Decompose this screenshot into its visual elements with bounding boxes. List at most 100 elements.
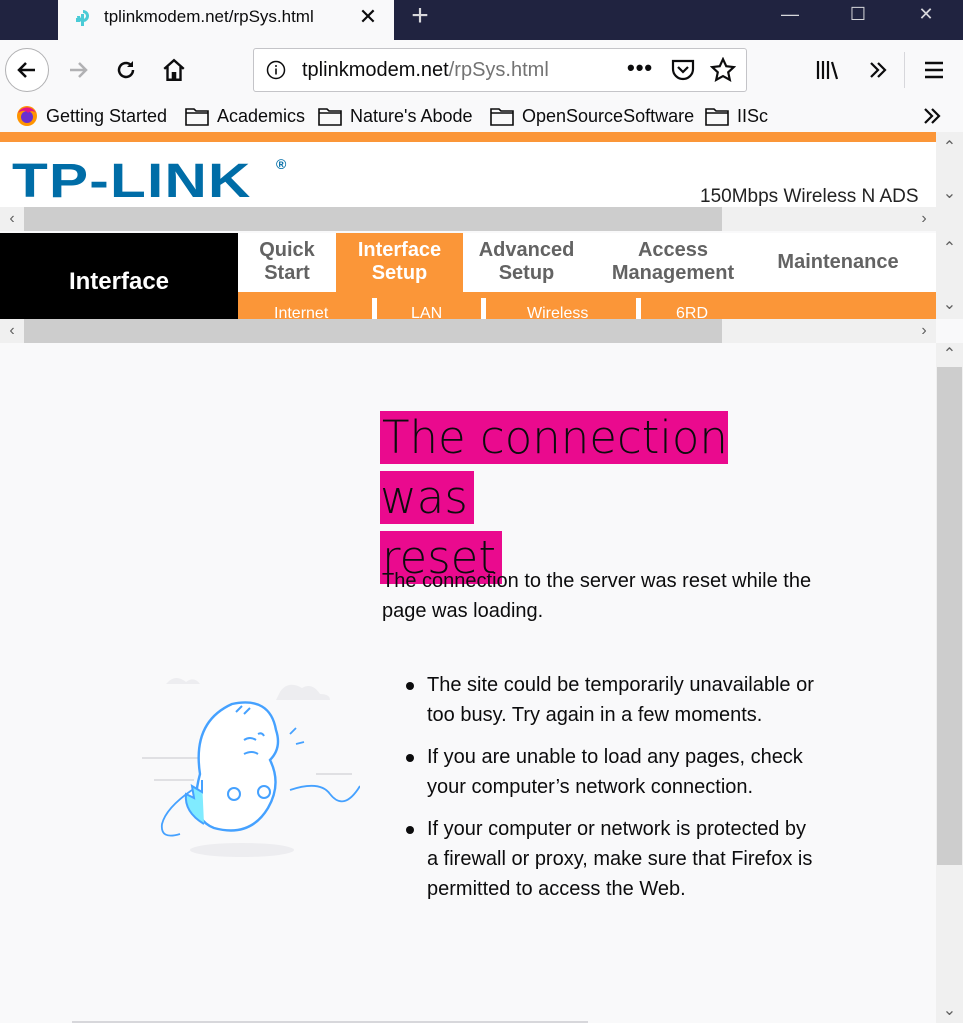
url-text[interactable]: tplinkmodem.net/rpSys.html — [302, 59, 549, 82]
menu-line: Setup — [371, 262, 428, 284]
menu-line: Management — [611, 262, 735, 284]
bookmark-star-icon[interactable] — [710, 57, 736, 83]
main-frame-vscroll[interactable]: ⌃ ⌄ — [936, 343, 963, 1023]
router-header-stripe — [0, 132, 936, 142]
registered-mark: ® — [276, 156, 287, 172]
tab-title: tplinkmodem.net/rpSys.html — [104, 7, 314, 26]
new-tab-button[interactable]: + — [405, 1, 435, 32]
menu-line: Maintenance — [777, 251, 899, 273]
logo-frame-vscroll[interactable]: ⌃ ⌄ — [936, 132, 963, 233]
folder-icon — [490, 108, 514, 126]
tplink-logo: TP-LINK — [12, 155, 252, 208]
url-bar[interactable]: tplinkmodem.net/rpSys.html ••• — [253, 48, 747, 92]
scroll-down-icon[interactable]: ⌄ — [936, 293, 963, 317]
submenu-divider — [636, 298, 641, 319]
menu-line: Advanced — [478, 239, 575, 261]
library-icon — [816, 61, 839, 80]
scroll-thumb[interactable] — [24, 319, 722, 343]
error-description: The connection to the server was reset w… — [382, 570, 812, 622]
submenu-divider — [481, 298, 486, 319]
bookmarks-toolbar: Getting Started Academics Nature's Abode… — [0, 100, 963, 132]
window-close-button[interactable]: ✕ — [896, 0, 956, 32]
scroll-left-icon[interactable]: ‹ — [0, 319, 24, 343]
menu-maintenance[interactable]: Maintenance — [764, 233, 912, 292]
minimize-button[interactable]: — — [760, 0, 820, 32]
hamburger-icon — [925, 61, 943, 79]
forward-button[interactable] — [56, 48, 100, 92]
suggestion-item: The site could be temporarily unavailabl… — [382, 670, 822, 730]
bookmark-natures-abode[interactable]: Nature's Abode — [318, 104, 473, 128]
menu-quick-start[interactable]: Quick Start — [238, 233, 336, 292]
unplugged-dinosaur-illustration — [142, 678, 360, 857]
submenu-divider — [372, 298, 377, 319]
current-section-label: Interface — [0, 233, 238, 319]
product-name: 150Mbps Wireless N ADS — [700, 186, 919, 207]
maximize-button[interactable]: ☐ — [828, 0, 888, 32]
suggestion-item: If your computer or network is protected… — [382, 814, 822, 904]
back-arrow-icon — [17, 62, 35, 78]
scroll-down-icon[interactable]: ⌄ — [936, 999, 963, 1023]
router-menu-frame: Interface Quick Start Interface Setup Ad… — [0, 233, 936, 322]
menu-line: Interface — [357, 239, 442, 261]
bookmark-label: IISc — [737, 105, 769, 126]
tab-close-icon[interactable]: ✕ — [356, 5, 380, 29]
suggestion-item: If you are unable to load any pages, che… — [382, 742, 822, 802]
scroll-up-icon[interactable]: ⌃ — [936, 136, 963, 160]
error-title: The connection was reset — [380, 408, 820, 588]
scroll-thumb[interactable] — [24, 207, 722, 231]
library-button[interactable] — [806, 48, 850, 92]
logo-frame-hscroll[interactable]: ‹ › — [0, 207, 936, 231]
menu-line: Start — [264, 262, 310, 284]
scroll-right-icon[interactable]: › — [912, 207, 936, 231]
folder-icon — [185, 108, 209, 126]
menu-advanced-setup[interactable]: Advanced Setup — [463, 233, 590, 292]
scroll-up-icon[interactable]: ⌃ — [936, 237, 963, 261]
folder-icon — [318, 108, 342, 126]
menu-access-management[interactable]: Access Management — [598, 233, 748, 292]
menu-line: Setup — [498, 262, 555, 284]
home-icon — [163, 58, 185, 81]
url-host: tplinkmodem.net — [302, 59, 449, 81]
bookmark-getting-started[interactable]: Getting Started — [16, 104, 167, 128]
interface-submenu: Internet LAN Wireless 6RD — [238, 292, 936, 322]
bookmarks-overflow-button[interactable] — [920, 104, 952, 128]
home-button[interactable] — [152, 48, 196, 92]
pocket-icon[interactable] — [670, 58, 696, 82]
menu-line: Access — [637, 239, 709, 261]
forward-arrow-icon — [70, 62, 88, 78]
bookmark-academics[interactable]: Academics — [185, 104, 305, 128]
page-actions-more-icon[interactable]: ••• — [627, 55, 653, 81]
bookmark-label: Getting Started — [46, 105, 168, 126]
bookmark-label: Nature's Abode — [350, 105, 473, 126]
folder-icon — [705, 108, 729, 126]
scroll-left-icon[interactable]: ‹ — [0, 207, 24, 231]
menu-frame-vscroll[interactable]: ⌃ ⌄ — [936, 233, 963, 319]
bookmark-label: Academics — [217, 105, 306, 126]
menu-interface-setup[interactable]: Interface Setup — [336, 233, 463, 292]
info-icon[interactable] — [266, 60, 286, 80]
overflow-menu-button[interactable] — [856, 48, 900, 92]
bookmark-iisc[interactable]: IISc — [705, 104, 768, 128]
error-suggestions: The site could be temporarily unavailabl… — [382, 670, 822, 916]
back-button[interactable] — [5, 48, 49, 92]
reload-button[interactable] — [104, 48, 148, 92]
tplink-favicon-icon — [76, 10, 89, 26]
url-path: /rpSys.html — [448, 59, 549, 81]
reload-icon — [117, 61, 135, 79]
scroll-thumb[interactable] — [937, 367, 962, 865]
menu-line: Quick — [259, 239, 315, 261]
bookmark-opensourcesoftware[interactable]: OpenSourceSoftware — [490, 104, 694, 128]
hamburger-menu-button[interactable] — [912, 48, 956, 92]
scroll-down-icon[interactable]: ⌄ — [936, 182, 963, 206]
scroll-right-icon[interactable]: › — [912, 319, 936, 343]
active-tab[interactable]: tplinkmodem.net/rpSys.html ✕ — [58, 0, 394, 40]
menu-frame-hscroll[interactable]: ‹ › — [0, 319, 936, 343]
toolbar-divider — [904, 52, 905, 88]
error-title-line: The connection was — [380, 411, 728, 524]
tab-strip: tplinkmodem.net/rpSys.html ✕ + — ☐ ✕ — [0, 0, 963, 40]
double-chevron-icon — [870, 62, 887, 78]
double-chevron-icon — [924, 108, 941, 124]
bookmark-label: OpenSourceSoftware — [522, 105, 695, 126]
firefox-icon — [17, 106, 37, 126]
scroll-up-icon[interactable]: ⌃ — [936, 343, 963, 367]
